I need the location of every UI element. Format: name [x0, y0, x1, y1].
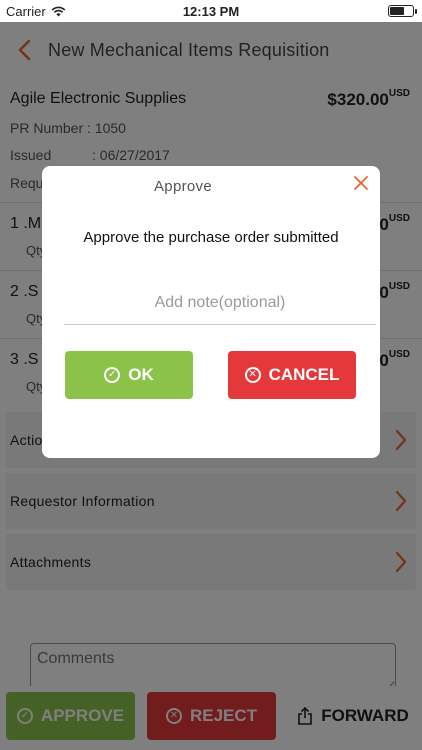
status-time: 12:13 PM — [182, 4, 240, 19]
ok-button[interactable]: ✓ OK — [65, 351, 193, 399]
x-circle-icon: ✕ — [244, 367, 261, 383]
dialog-message: Approve the purchase order submitted — [83, 229, 339, 246]
battery-icon — [388, 5, 417, 17]
approve-dialog: Approve Approve the purchase order submi… — [42, 166, 380, 458]
dialog-title: Approve — [154, 178, 212, 195]
note-input[interactable] — [64, 281, 376, 325]
cancel-label: CANCEL — [268, 365, 340, 384]
check-circle-icon: ✓ — [104, 367, 121, 383]
cancel-button[interactable]: ✕ CANCEL — [228, 351, 356, 399]
close-icon[interactable] — [352, 174, 370, 192]
status-bar: Carrier 12:13 PM — [0, 0, 422, 22]
ok-label: OK — [128, 365, 154, 384]
